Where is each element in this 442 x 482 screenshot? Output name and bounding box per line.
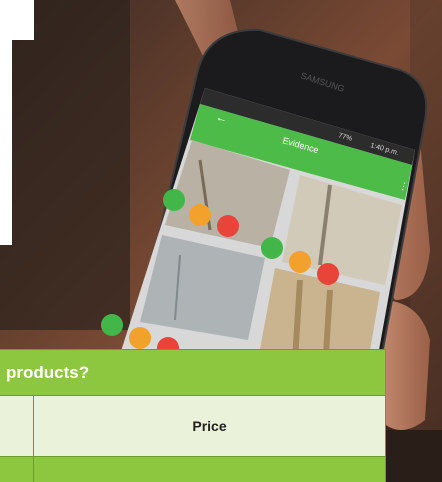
table-row <box>0 457 386 482</box>
delete-action-2-icon[interactable] <box>317 263 339 285</box>
edit-action-1-icon[interactable] <box>163 189 185 211</box>
tag-action-1-icon[interactable] <box>189 204 211 226</box>
delete-action-1-icon[interactable] <box>217 215 239 237</box>
table-column-header-blank <box>0 396 34 456</box>
table-column-price: Price <box>34 396 386 456</box>
table-header-text: products? <box>6 362 90 382</box>
edit-action-2-icon[interactable] <box>261 237 283 259</box>
products-table: products? Price <box>0 349 386 482</box>
table-header: products? <box>0 349 386 396</box>
table-column-header-row: Price <box>0 396 386 457</box>
tag-action-2-icon[interactable] <box>289 251 311 273</box>
edit-action-3-icon[interactable] <box>101 314 123 336</box>
tag-action-3-icon[interactable] <box>129 327 151 349</box>
